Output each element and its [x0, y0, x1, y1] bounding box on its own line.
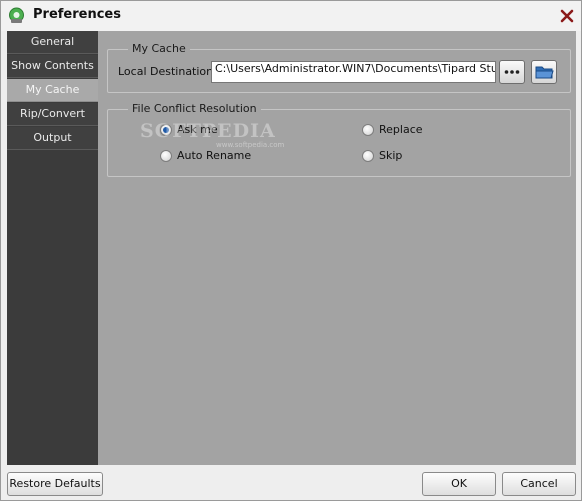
- local-destination-input[interactable]: C:\Users\Administrator.WIN7\Documents\Ti…: [211, 61, 496, 83]
- close-icon[interactable]: [557, 6, 577, 26]
- footer-bar: Restore Defaults OK Cancel: [1, 465, 581, 500]
- browse-button[interactable]: [499, 60, 525, 84]
- ellipsis-icon: [504, 70, 520, 74]
- group-title: My Cache: [128, 42, 190, 55]
- my-cache-group: My Cache Local Destination: C:\Users\Adm…: [107, 42, 571, 93]
- sidebar-item-my-cache[interactable]: My Cache: [7, 79, 98, 102]
- sidebar-item-general[interactable]: General: [7, 31, 98, 54]
- cancel-button[interactable]: Cancel: [502, 472, 576, 496]
- preferences-window: Preferences General Show Contents My Cac…: [0, 0, 582, 501]
- local-destination-label: Local Destination:: [118, 65, 217, 78]
- sidebar-item-show-contents[interactable]: Show Contents: [7, 55, 98, 78]
- sidebar-item-label: Show Contents: [11, 59, 94, 72]
- group-title: File Conflict Resolution: [128, 102, 261, 115]
- app-logo-icon: [9, 7, 24, 23]
- auto-rename-label: Auto Rename: [177, 149, 252, 162]
- folder-icon: [535, 66, 554, 79]
- sidebar-item-output[interactable]: Output: [7, 127, 98, 150]
- radio-skip[interactable]: [362, 150, 374, 162]
- radio-replace[interactable]: [362, 124, 374, 136]
- open-folder-button[interactable]: [531, 60, 557, 84]
- sidebar-item-rip-convert[interactable]: Rip/Convert: [7, 103, 98, 126]
- sidebar-item-label: General: [30, 35, 75, 48]
- radio-auto-rename[interactable]: [160, 150, 172, 162]
- restore-defaults-button[interactable]: Restore Defaults: [7, 472, 103, 496]
- radio-ask-me[interactable]: [160, 124, 172, 136]
- sidebar: General Show Contents My Cache Rip/Conve…: [7, 31, 98, 465]
- replace-label: Replace: [379, 123, 423, 136]
- title-bar: Preferences: [1, 1, 581, 31]
- ok-button[interactable]: OK: [422, 472, 496, 496]
- ask-me-label: Ask me: [177, 123, 218, 136]
- sidebar-item-label: My Cache: [25, 83, 80, 96]
- settings-panel: My Cache Local Destination: C:\Users\Adm…: [98, 31, 576, 465]
- file-conflict-group: File Conflict Resolution Ask me Replace …: [107, 102, 571, 177]
- skip-label: Skip: [379, 149, 403, 162]
- window-title: Preferences: [33, 7, 121, 22]
- sidebar-item-label: Output: [33, 131, 72, 144]
- sidebar-item-label: Rip/Convert: [20, 107, 85, 120]
